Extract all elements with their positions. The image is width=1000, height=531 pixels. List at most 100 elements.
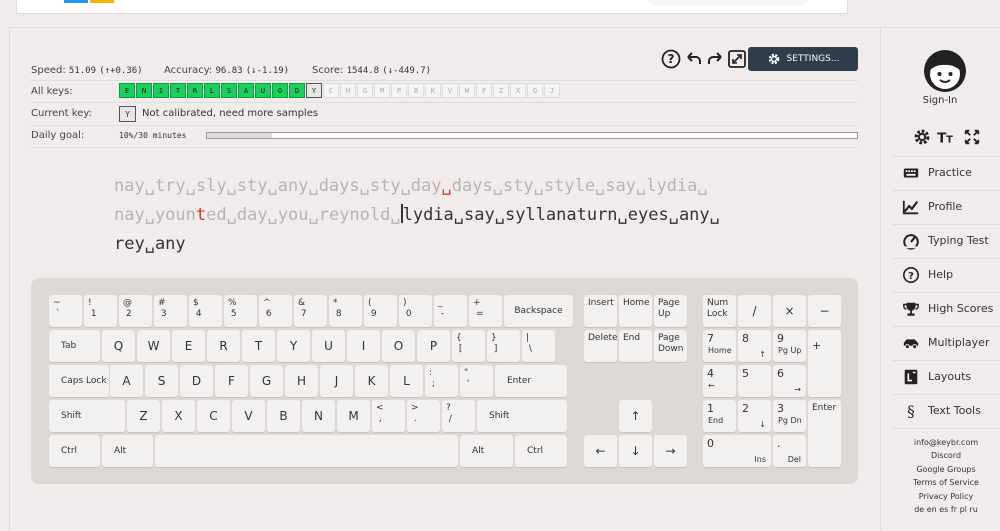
key-num-0[interactable]: 0 Ins (703, 435, 771, 467)
key-shift-right[interactable]: Shift (477, 400, 567, 432)
key-g[interactable]: G (250, 365, 283, 397)
key-ctrl-left[interactable]: Ctrl (49, 435, 100, 467)
key-f[interactable]: F (215, 365, 248, 397)
key-num-3[interactable]: 3 Pg Dn (773, 400, 806, 432)
key-u[interactable]: U (312, 330, 345, 362)
footer-link[interactable]: Discord (892, 451, 1000, 460)
key-b[interactable]: B (267, 400, 300, 432)
key-4[interactable]: $ 4 (189, 295, 222, 327)
key-sym[interactable]: " ' (460, 365, 493, 397)
key-`[interactable]: ~ ` (49, 295, 82, 327)
key-t[interactable]: T (242, 330, 275, 362)
key-i[interactable]: I (347, 330, 380, 362)
key-num-divide[interactable]: / (738, 295, 771, 327)
key-sym[interactable]: | \ (522, 330, 555, 362)
key-d[interactable]: D (180, 365, 213, 397)
sidebar-item-profile[interactable]: Profile (892, 190, 1000, 222)
key-sym[interactable]: < , (372, 400, 405, 432)
key-tab[interactable]: Tab (49, 330, 100, 362)
key-num-7[interactable]: 7 Home (703, 330, 736, 362)
key-sym[interactable]: : ; (425, 365, 458, 397)
text-size-icon[interactable]: T T (937, 128, 957, 146)
footer-link[interactable]: Privacy Policy (892, 492, 1000, 501)
key-r[interactable]: R (207, 330, 240, 362)
key-o[interactable]: O (382, 330, 415, 362)
key-num-plus[interactable]: + (808, 330, 841, 397)
key-p[interactable]: P (417, 330, 450, 362)
settings-button[interactable]: SETTINGS... (748, 47, 858, 71)
key-0[interactable]: ) 0 (399, 295, 432, 327)
key-num-multiply[interactable]: × (773, 295, 806, 327)
key-5[interactable]: % 5 (224, 295, 257, 327)
key-num-dot[interactable]: . Del (773, 435, 806, 467)
key-home[interactable]: Home (619, 295, 652, 327)
key-enter[interactable]: Enter (495, 365, 567, 397)
key-num-1[interactable]: 1 End (703, 400, 736, 432)
key-alt-left[interactable]: Alt (102, 435, 153, 467)
key-j[interactable]: J (320, 365, 353, 397)
key-insert[interactable]: Insert (584, 295, 617, 327)
key-l[interactable]: L (390, 365, 423, 397)
key-num-8[interactable]: 8 ↑ (738, 330, 771, 362)
key-num-2[interactable]: 2 ↓ (738, 400, 771, 432)
sidebar-item-high-scores[interactable]: High Scores (892, 292, 1000, 324)
key-h[interactable]: H (285, 365, 318, 397)
key-k[interactable]: K (355, 365, 388, 397)
typing-area[interactable]: nay␣try␣sly␣sty␣any␣days␣sty␣day␣days␣st… (114, 172, 720, 259)
gear-icon[interactable] (913, 128, 931, 146)
key-alt-right[interactable]: Alt (460, 435, 513, 467)
sign-in-link[interactable]: Sign-In (880, 95, 1000, 106)
key-arrow-down[interactable]: ↓ (619, 435, 652, 467)
key-7[interactable]: & 7 (294, 295, 327, 327)
key-page-down[interactable]: Page Down (654, 330, 687, 362)
key-z[interactable]: Z (127, 400, 160, 432)
key-q[interactable]: Q (102, 330, 135, 362)
key-sym[interactable]: ? / (442, 400, 475, 432)
key-num-4[interactable]: 4 ← (703, 365, 736, 397)
key-y[interactable]: Y (277, 330, 310, 362)
sidebar-item-multiplayer[interactable]: Multiplayer (892, 326, 1000, 358)
footer-link[interactable]: info@keybr.com (892, 438, 1000, 447)
key-sym[interactable]: { [ (452, 330, 485, 362)
key-m[interactable]: M (337, 400, 370, 432)
sidebar-item-practice[interactable]: Practice (892, 156, 1000, 188)
key-sym[interactable]: } ] (487, 330, 520, 362)
key-num-6[interactable]: 6 → (773, 365, 806, 397)
sidebar-item-layouts[interactable]: Layouts (892, 360, 1000, 392)
key-ctrl-right[interactable]: Ctrl (515, 435, 567, 467)
footer-link[interactable]: Google Groups (892, 465, 1000, 474)
key-num-enter[interactable]: Enter (808, 400, 841, 467)
key-arrow-left[interactable]: ← (584, 435, 617, 467)
key-s[interactable]: S (145, 365, 178, 397)
key-1[interactable]: ! 1 (84, 295, 117, 327)
key-arrow-right[interactable]: → (654, 435, 687, 467)
key-6[interactable]: ^ 6 (259, 295, 292, 327)
key-9[interactable]: ( 9 (364, 295, 397, 327)
redo-icon[interactable] (704, 48, 726, 70)
key-num-9[interactable]: 9 Pg Up (773, 330, 806, 362)
key-e[interactable]: E (172, 330, 205, 362)
key-3[interactable]: # 3 (154, 295, 187, 327)
sidebar-item-text-tools[interactable]: § Text Tools (892, 394, 1000, 426)
key-n[interactable]: N (302, 400, 335, 432)
key-page-up[interactable]: Page Up (654, 295, 687, 327)
undo-icon[interactable] (683, 48, 705, 70)
expand-icon[interactable] (963, 128, 981, 146)
key-num-minus[interactable]: − (808, 295, 841, 327)
key-caps-lock[interactable]: Caps Lock (49, 365, 109, 397)
key-v[interactable]: V (232, 400, 265, 432)
key-num-5[interactable]: 5 (738, 365, 771, 397)
key-space[interactable] (155, 435, 458, 467)
key-shift-left[interactable]: Shift (49, 400, 125, 432)
footer-link[interactable]: Terms of Service (892, 478, 1000, 487)
key-sym[interactable]: > . (407, 400, 440, 432)
avatar-icon[interactable] (922, 48, 968, 94)
key-delete[interactable]: Delete (584, 330, 618, 362)
key-arrow-up[interactable]: ↑ (619, 400, 652, 432)
sidebar-item-typing-test[interactable]: Typing Test (892, 224, 1000, 256)
key--[interactable]: _ - (434, 295, 467, 327)
key-c[interactable]: C (197, 400, 230, 432)
key-x[interactable]: X (162, 400, 195, 432)
key-8[interactable]: * 8 (329, 295, 362, 327)
key-end[interactable]: End (619, 330, 652, 362)
